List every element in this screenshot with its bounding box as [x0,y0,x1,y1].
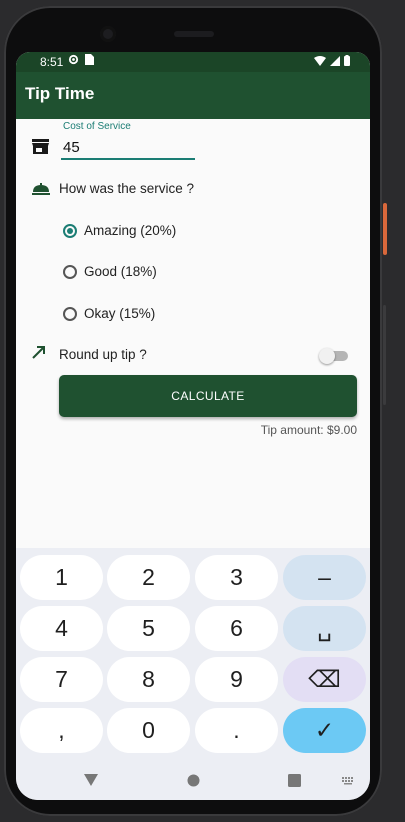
wifi-icon [314,55,326,66]
backspace-key[interactable]: ⌫ [283,657,366,702]
back-icon[interactable] [84,774,98,786]
keyboard-switch-icon[interactable] [342,777,354,785]
key-period[interactable]: . [195,708,278,753]
round-up-switch[interactable] [319,348,349,364]
radio-button[interactable] [63,306,77,321]
tip-option-label: Okay (15%) [84,306,156,321]
key-5[interactable]: 5 [107,606,190,651]
cost-of-service-label: Cost of Service [63,121,131,132]
app-title: Tip Time [25,84,95,103]
tip-option-good[interactable]: Good (18%) [63,264,157,279]
key-6[interactable]: 6 [195,606,278,651]
numeric-keyboard: 1 2 3 – 4 5 6 ␣ 7 8 9 ⌫ , 0 . ✓ [16,548,370,754]
power-button [383,203,387,255]
signal-icon [330,55,340,66]
volume-button [383,305,386,405]
earpiece-speaker [174,31,214,37]
front-camera [100,26,116,42]
gear-icon [68,54,79,65]
battery-icon [344,55,350,66]
key-4[interactable]: 4 [20,606,103,651]
radio-button-selected[interactable] [63,223,77,238]
key-2[interactable]: 2 [107,555,190,600]
tip-option-amazing[interactable]: Amazing (20%) [63,223,176,238]
key-1[interactable]: 1 [20,555,103,600]
key-7[interactable]: 7 [20,657,103,702]
key-comma[interactable]: , [20,708,103,753]
status-time: 8:51 [40,55,64,69]
app-bar: Tip Time [16,72,370,119]
home-icon[interactable] [187,774,200,787]
screen: 8:51 Tip Time Cost of Service 45 How was… [16,52,370,800]
trending-up-icon [32,346,45,359]
status-icons-left [68,54,94,65]
tip-option-label: Amazing (20%) [84,223,177,238]
tip-amount-text: Tip amount: $9.00 [260,423,357,437]
sim-card-icon [85,54,94,65]
navigation-bar [16,754,370,800]
calculate-button[interactable]: CALCULATE [59,375,357,417]
status-icons-right [314,55,350,66]
radio-button[interactable] [63,264,77,279]
room-service-icon [32,183,50,195]
key-space[interactable]: ␣ [283,606,366,651]
done-key[interactable]: ✓ [283,708,366,753]
key-0[interactable]: 0 [107,708,190,753]
key-8[interactable]: 8 [107,657,190,702]
tip-option-label: Good (18%) [84,264,157,279]
round-up-label: Round up tip ? [59,347,147,362]
key-3[interactable]: 3 [195,555,278,600]
service-question-label: How was the service ? [59,181,195,196]
cost-of-service-input[interactable] [61,136,195,160]
status-bar: 8:51 [16,52,370,72]
switch-thumb [319,348,335,364]
key-minus[interactable]: – [283,555,366,600]
key-9[interactable]: 9 [195,657,278,702]
store-icon [32,139,49,154]
tip-option-okay[interactable]: Okay (15%) [63,306,155,321]
cost-of-service-field: Cost of Service [16,119,370,169]
recents-icon[interactable] [288,774,301,787]
